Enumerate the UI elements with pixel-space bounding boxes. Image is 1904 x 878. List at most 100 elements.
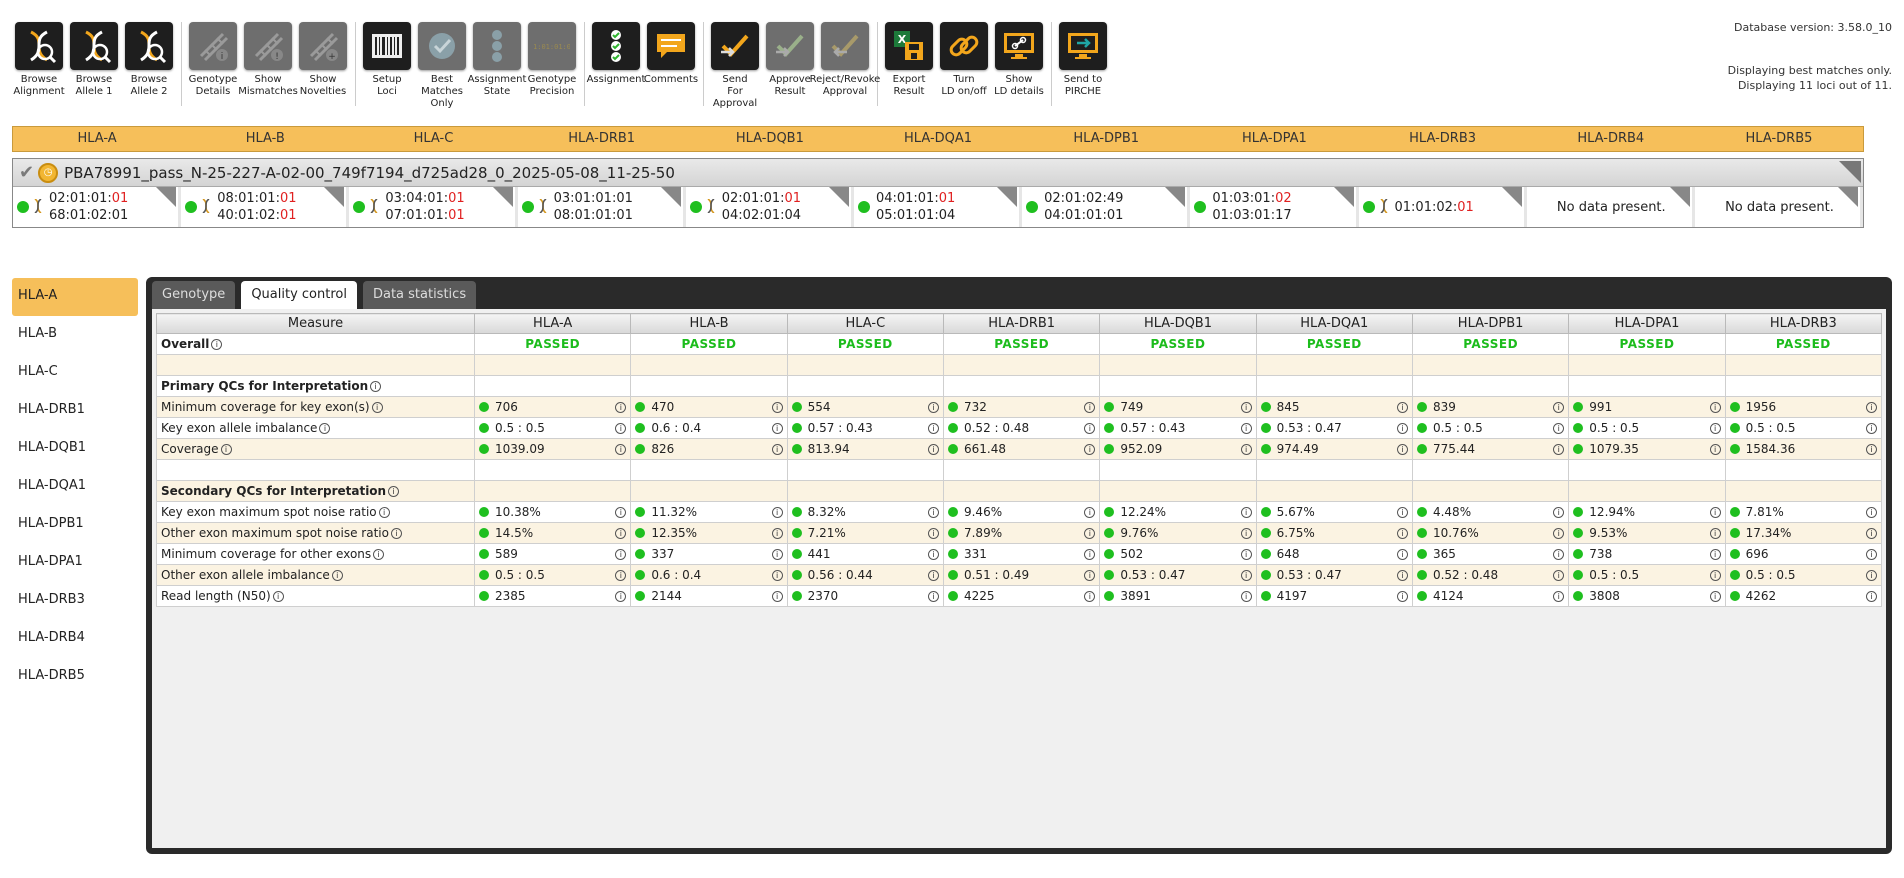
corner-menu-icon[interactable]: [1669, 187, 1690, 207]
column-header-hla-drb1[interactable]: HLA-DRB1: [942, 313, 1101, 334]
genotype-cell-hla-b[interactable]: 08:01:01:01 40:01:02:01: [181, 187, 350, 227]
info-icon[interactable]: i: [1866, 506, 1877, 518]
qc-value-cell[interactable]: 331 i: [942, 543, 1101, 565]
info-icon[interactable]: i: [1396, 527, 1408, 539]
info-icon[interactable]: i: [211, 339, 223, 350]
info-icon[interactable]: i: [1553, 506, 1565, 518]
sidebar-item-hla-c[interactable]: HLA-C: [12, 354, 138, 392]
qc-value-cell[interactable]: 648 i: [1255, 543, 1413, 565]
qc-value-cell[interactable]: 337 i: [630, 543, 788, 565]
info-icon[interactable]: i: [771, 506, 783, 518]
corner-menu-icon[interactable]: [997, 187, 1018, 207]
info-icon[interactable]: i: [927, 401, 939, 413]
info-icon[interactable]: i: [1396, 506, 1408, 518]
qc-value-cell[interactable]: 2370 i: [786, 585, 944, 607]
qc-value-cell[interactable]: 4197 i: [1255, 585, 1413, 607]
info-icon[interactable]: i: [378, 507, 390, 518]
info-icon[interactable]: i: [771, 590, 783, 602]
locus-header-hla-drb1[interactable]: HLA-DRB1: [518, 127, 686, 151]
info-icon[interactable]: i: [1866, 422, 1877, 434]
column-header-hla-dqb1[interactable]: HLA-DQB1: [1099, 313, 1257, 334]
locus-header-hla-dpb1[interactable]: HLA-DPB1: [1022, 127, 1190, 151]
qc-value-cell[interactable]: 732 i: [942, 396, 1101, 418]
info-icon[interactable]: i: [615, 506, 627, 518]
info-icon[interactable]: i: [220, 444, 232, 455]
locus-header-hla-dqa1[interactable]: HLA-DQA1: [854, 127, 1022, 151]
qc-value-cell[interactable]: 5.67% i: [1255, 501, 1413, 523]
info-icon[interactable]: i: [927, 443, 939, 455]
info-icon[interactable]: i: [370, 381, 382, 392]
qc-value-cell[interactable]: 845 i: [1255, 396, 1413, 418]
qc-value-cell[interactable]: 1039.09 i: [473, 438, 632, 460]
locus-header-hla-dpa1[interactable]: HLA-DPA1: [1190, 127, 1358, 151]
info-icon[interactable]: i: [1866, 569, 1877, 581]
corner-menu-icon[interactable]: [1839, 161, 1861, 183]
info-icon[interactable]: i: [771, 548, 783, 560]
info-icon[interactable]: i: [927, 590, 939, 602]
column-header-hla-dpb1[interactable]: HLA-DPB1: [1411, 313, 1570, 334]
info-icon[interactable]: i: [927, 548, 939, 560]
locus-header-hla-drb5[interactable]: HLA-DRB5: [1695, 127, 1863, 151]
info-icon[interactable]: i: [1084, 401, 1096, 413]
genotype-cell-hla-dpa1[interactable]: 01:03:01:02 01:03:01:17: [1190, 187, 1359, 227]
qc-value-cell[interactable]: 365 i: [1411, 543, 1570, 565]
info-icon[interactable]: i: [1240, 569, 1252, 581]
info-icon[interactable]: i: [1240, 401, 1252, 413]
qc-value-cell[interactable]: 813.94 i: [786, 438, 944, 460]
qc-value-cell[interactable]: 0.52 : 0.48 i: [942, 417, 1101, 439]
info-icon[interactable]: i: [1240, 506, 1252, 518]
info-icon[interactable]: i: [1396, 422, 1408, 434]
column-header-hla-dqa1[interactable]: HLA-DQA1: [1255, 313, 1413, 334]
info-icon[interactable]: i: [1240, 590, 1252, 602]
qc-value-cell[interactable]: 502 i: [1099, 543, 1257, 565]
sidebar-item-hla-drb1[interactable]: HLA-DRB1: [12, 392, 138, 430]
corner-menu-icon[interactable]: [1501, 187, 1522, 207]
info-icon[interactable]: i: [1396, 548, 1408, 560]
corner-menu-icon[interactable]: [492, 187, 513, 207]
info-icon[interactable]: i: [1709, 548, 1721, 560]
info-icon[interactable]: i: [1866, 401, 1877, 413]
browse-allele-2-button[interactable]: Browse Allele 2: [122, 22, 176, 98]
info-icon[interactable]: i: [1553, 548, 1565, 560]
assignment-button[interactable]: Assignment: [587, 22, 645, 86]
export-result-button[interactable]: X Export Result: [882, 22, 936, 98]
qc-value-cell[interactable]: 4262 i: [1724, 585, 1883, 607]
qc-value-cell[interactable]: 9.53% i: [1568, 522, 1726, 544]
info-icon[interactable]: i: [615, 527, 627, 539]
info-icon[interactable]: i: [771, 401, 783, 413]
turn-ld-on-off-button[interactable]: Turn LD on/off: [937, 22, 991, 98]
qc-value-cell[interactable]: 706 i: [473, 396, 632, 418]
qc-value-cell[interactable]: 7.89% i: [942, 522, 1101, 544]
column-header-hla-drb3[interactable]: HLA-DRB3: [1724, 313, 1883, 334]
locus-header-hla-c[interactable]: HLA-C: [349, 127, 517, 151]
column-header-hla-dpa1[interactable]: HLA-DPA1: [1568, 313, 1726, 334]
genotype-cell-hla-dqb1[interactable]: 02:01:01:01 04:02:01:04: [685, 187, 854, 227]
qc-value-cell[interactable]: 9.76% i: [1099, 522, 1257, 544]
info-icon[interactable]: i: [1709, 506, 1721, 518]
info-icon[interactable]: i: [1709, 422, 1721, 434]
genotype-cell-hla-drb1[interactable]: 03:01:01:01 08:01:01:01: [517, 187, 686, 227]
info-icon[interactable]: i: [331, 570, 343, 581]
qc-value-cell[interactable]: 952.09 i: [1099, 438, 1257, 460]
qc-value-cell[interactable]: 0.5 : 0.5 i: [473, 417, 632, 439]
info-icon[interactable]: i: [1866, 527, 1877, 539]
info-icon[interactable]: i: [388, 486, 400, 497]
info-icon[interactable]: i: [1709, 590, 1721, 602]
locus-header-hla-b[interactable]: HLA-B: [181, 127, 349, 151]
qc-value-cell[interactable]: 991 i: [1568, 396, 1726, 418]
browse-alignment-button[interactable]: Browse Alignment: [12, 22, 66, 98]
info-icon[interactable]: i: [1866, 443, 1877, 455]
genotype-cell-hla-dpb1[interactable]: 02:01:02:49 04:01:01:01: [1022, 187, 1191, 227]
info-icon[interactable]: i: [1553, 422, 1565, 434]
info-icon[interactable]: i: [1553, 401, 1565, 413]
info-icon[interactable]: i: [1240, 422, 1252, 434]
info-icon[interactable]: i: [1709, 569, 1721, 581]
qc-value-cell[interactable]: 0.5 : 0.5 i: [1568, 564, 1726, 586]
qc-value-cell[interactable]: 4124 i: [1411, 585, 1570, 607]
qc-value-cell[interactable]: 14.5% i: [473, 522, 632, 544]
qc-value-cell[interactable]: 1956 i: [1724, 396, 1883, 418]
info-icon[interactable]: i: [390, 528, 402, 539]
sidebar-item-hla-dqa1[interactable]: HLA-DQA1: [12, 468, 138, 506]
info-icon[interactable]: i: [1553, 569, 1565, 581]
info-icon[interactable]: i: [615, 443, 627, 455]
